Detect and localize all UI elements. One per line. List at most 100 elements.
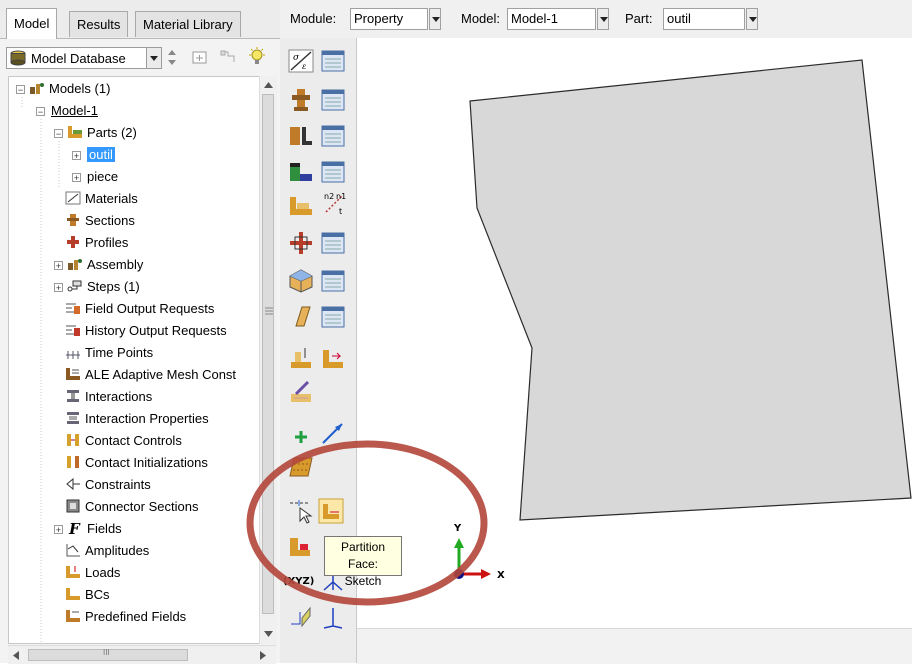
create-datum-axis-icon[interactable]	[320, 420, 346, 446]
ale-icon	[66, 368, 80, 380]
tree-node-model1[interactable]: Model-1	[51, 101, 98, 121]
stringer-icon[interactable]	[288, 304, 314, 330]
time-points-icon	[66, 351, 80, 359]
assign-material-orientation-icon[interactable]	[288, 380, 314, 406]
datum-axes-icon[interactable]	[320, 606, 346, 632]
assign-section-icon[interactable]	[288, 123, 314, 149]
create-datum-plane-icon[interactable]	[288, 452, 314, 478]
tree-node-models[interactable]: Models (1)	[29, 79, 110, 99]
create-profile-icon[interactable]	[288, 230, 314, 256]
sections-icon	[67, 214, 79, 226]
chevron-down-icon[interactable]	[429, 8, 441, 30]
tree-node-profiles[interactable]: Profiles	[65, 233, 128, 253]
chevron-down-icon[interactable]	[597, 8, 609, 30]
tree-node-fields[interactable]: F Fields	[67, 519, 122, 539]
tree-node-contact-controls[interactable]: Contact Controls	[65, 431, 182, 451]
collapse-parts-toggle[interactable]: −	[54, 129, 63, 139]
tree-node-ale[interactable]: ALE Adaptive Mesh Const	[65, 365, 236, 385]
chevron-down-icon[interactable]	[746, 8, 758, 30]
tree-node-interaction-props[interactable]: Interaction Properties	[65, 409, 209, 429]
lightbulb-icon[interactable]	[248, 47, 266, 67]
tree-node-interactions[interactable]: Interactions	[65, 387, 152, 407]
tree-node-parts[interactable]: Parts (2)	[67, 123, 137, 143]
tree-node-steps[interactable]: Steps (1)	[67, 277, 140, 297]
partition-edge-icon[interactable]	[288, 534, 314, 560]
module-select[interactable]: Property	[350, 8, 441, 30]
scroll-up-icon[interactable]	[264, 82, 273, 88]
skin-manager-icon[interactable]	[320, 268, 346, 294]
partition-face-sketch-icon[interactable]	[318, 498, 344, 524]
create-material-icon[interactable]: σε	[288, 48, 314, 74]
assembly-icon	[68, 259, 82, 270]
tree-label: Contact Initializations	[85, 455, 208, 470]
section-manager-icon[interactable]	[320, 87, 346, 113]
assign-beam-orientation-icon[interactable]	[288, 193, 314, 219]
collapse-tree-icon[interactable]	[192, 49, 208, 65]
create-datum-point-icon[interactable]	[288, 424, 314, 450]
parts-icon	[68, 126, 82, 138]
collapse-model1-toggle[interactable]: −	[36, 107, 45, 117]
tree-node-sections[interactable]: Sections	[65, 211, 135, 231]
tab-model[interactable]: Model	[6, 8, 58, 39]
special-skin-icon[interactable]	[288, 268, 314, 294]
grip-icon: III	[103, 648, 110, 657]
scroll-down-icon[interactable]	[264, 631, 273, 637]
tree-node-outil[interactable]: outil	[87, 145, 115, 165]
section-assignment-manager-icon[interactable]	[320, 123, 346, 149]
expand-piece-toggle[interactable]: +	[72, 173, 81, 183]
composite-layup-manager-icon[interactable]	[320, 346, 346, 372]
tree-node-assembly[interactable]: Assembly	[67, 255, 143, 275]
stringer-manager-icon[interactable]	[320, 304, 346, 330]
horizontal-scroll-thumb[interactable]: III	[28, 648, 188, 661]
tree-node-predefined[interactable]: Predefined Fields	[65, 607, 186, 627]
tab-results[interactable]: Results	[69, 11, 129, 37]
svg-text:ε: ε	[302, 62, 306, 71]
tree-horizontal-scrollbar[interactable]: III	[8, 645, 276, 664]
assign-normal-icon[interactable]: n2 n1 t	[320, 190, 346, 216]
part-face-outil[interactable]	[469, 59, 912, 521]
tree-node-loads[interactable]: Loads	[65, 563, 120, 583]
up-down-arrows-icon[interactable]	[167, 49, 177, 67]
tree-node-amplitudes[interactable]: Amplitudes	[65, 541, 149, 561]
profile-manager-icon[interactable]	[320, 230, 346, 256]
scroll-left-icon[interactable]	[13, 651, 19, 660]
expand-assembly-toggle[interactable]: +	[54, 261, 63, 271]
scroll-right-icon[interactable]	[260, 651, 266, 660]
create-csys-icon[interactable]: (XYZ)	[282, 572, 318, 594]
model-database-select[interactable]: Model Database	[6, 47, 162, 69]
material-manager-icon[interactable]	[320, 48, 346, 74]
model-select[interactable]: Model-1	[507, 8, 609, 30]
graphics-viewport[interactable]: Y X	[357, 38, 912, 628]
loads-icon	[66, 566, 80, 578]
model-tree-panel: Model Results Material Library Model Dat…	[0, 0, 280, 664]
part-select[interactable]: outil	[663, 8, 758, 30]
tab-material-library[interactable]: Material Library	[135, 11, 241, 37]
create-beam-orientation-icon[interactable]	[288, 159, 314, 185]
expand-outil-toggle[interactable]: +	[72, 151, 81, 161]
expand-steps-toggle[interactable]: +	[54, 283, 63, 293]
contact-controls-icon	[67, 434, 79, 446]
tree-node-materials[interactable]: Materials	[65, 189, 138, 209]
collapse-models-toggle[interactable]: −	[16, 85, 25, 95]
beam-orientation-manager-icon[interactable]	[320, 159, 346, 185]
tree-node-piece[interactable]: piece	[87, 167, 118, 187]
filter-tree-icon[interactable]	[220, 49, 236, 65]
tree-node-constraints[interactable]: Constraints	[65, 475, 151, 495]
composite-layup-icon[interactable]	[288, 346, 314, 372]
part-geometry[interactable]	[357, 38, 912, 628]
vertical-scroll-thumb[interactable]	[262, 94, 274, 614]
tree-node-field-output[interactable]: Field Output Requests	[65, 299, 214, 319]
tree-node-time-points[interactable]: Time Points	[65, 343, 153, 363]
tree-node-history-output[interactable]: History Output Requests	[65, 321, 227, 341]
predefined-fields-icon	[66, 610, 80, 622]
tree-node-connector-sections[interactable]: Connector Sections	[65, 497, 198, 517]
create-section-icon[interactable]	[288, 87, 314, 113]
grip-icon	[265, 307, 273, 315]
partition-cell-query-icon[interactable]	[288, 498, 314, 524]
tree-vertical-scrollbar[interactable]	[259, 76, 277, 644]
tree-node-contact-init[interactable]: Contact Initializations	[65, 453, 208, 473]
chevron-down-icon[interactable]	[146, 48, 161, 68]
expand-fields-toggle[interactable]: +	[54, 525, 63, 535]
tree-node-bcs[interactable]: BCs	[65, 585, 110, 605]
datum-manager-icon[interactable]	[288, 604, 314, 630]
